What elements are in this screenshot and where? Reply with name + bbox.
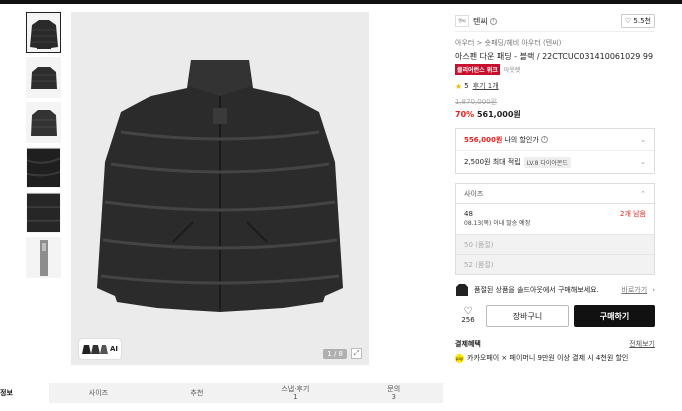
- soldout-notice: 품절된 상품을 솔드아웃에서 구매해보세요. 바로가기 ›: [455, 283, 655, 297]
- notice-text: 품절된 상품을 솔드아웃에서 구매해보세요.: [474, 285, 599, 294]
- size-select-header[interactable]: 사이즈 ⌃: [456, 184, 654, 204]
- size-option-name: 50 (품절): [464, 240, 494, 249]
- buy-button[interactable]: 구매하기: [574, 305, 655, 327]
- add-to-cart-button[interactable]: 장바구니: [486, 305, 569, 327]
- thumbnail-list: [26, 12, 64, 282]
- size-option-48[interactable]: 48 08.13(목) 이내 발송 예정 2개 남음: [456, 204, 654, 234]
- info-icon: i: [540, 136, 548, 143]
- thumbnail-6[interactable]: [26, 237, 61, 278]
- tab-inquiry[interactable]: 문의 3: [344, 383, 443, 403]
- notice-link[interactable]: 바로가기: [621, 286, 647, 295]
- chevron-down-icon: ⌄: [640, 135, 646, 144]
- size-select[interactable]: 사이즈 ⌃ 48 08.13(목) 이내 발송 예정 2개 남음 50 (품절)…: [455, 183, 655, 275]
- zoom-icon[interactable]: ⤢: [351, 348, 362, 359]
- rating-value: 5: [464, 82, 469, 90]
- like-button[interactable]: ♡ 256: [455, 307, 481, 325]
- jacket-thumb-icon: [456, 284, 468, 296]
- sale-price: 561,000원: [476, 110, 521, 119]
- coupon-price: 556,000원: [464, 135, 503, 144]
- outlet-badge: 아웃렛: [503, 67, 521, 74]
- discount-rate: 70%: [455, 110, 475, 119]
- size-option-52[interactable]: 52 (품절): [456, 254, 654, 274]
- thumbnail-2[interactable]: [26, 57, 61, 98]
- size-option-name: 52 (품절): [464, 260, 494, 269]
- level-badge: LV.8 다이아몬드: [523, 156, 571, 168]
- star-icon: ★: [455, 81, 463, 91]
- thumbnail-4[interactable]: [26, 147, 61, 188]
- benefits-title: 결제혜택: [455, 340, 481, 348]
- thumbnail-1[interactable]: [26, 12, 61, 53]
- thumbnail-3[interactable]: [26, 102, 61, 143]
- scrollbar[interactable]: [670, 14, 675, 404]
- size-placeholder: 사이즈: [464, 189, 484, 198]
- jacket-mini-icon: [82, 345, 108, 354]
- payment-benefits-header: 결제혜택 전체보기: [455, 339, 655, 349]
- tab-snap-review[interactable]: 스냅·후기 1: [246, 383, 345, 403]
- heart-icon: ♡: [624, 17, 632, 25]
- clearance-badge: 클리어런스 위크: [455, 64, 500, 75]
- ai-style-button[interactable]: AI: [79, 339, 121, 359]
- like-count: 256: [461, 316, 475, 324]
- heart-icon: ♡: [463, 306, 473, 317]
- breadcrumb[interactable]: 아우터 > 숏패딩/헤비 아우터 (텐씨): [455, 38, 655, 48]
- main-product-image[interactable]: AI 1 / 8 ⤢: [71, 12, 369, 365]
- chevron-down-icon: ⌄: [640, 158, 646, 166]
- chevron-up-icon: ⌃: [640, 189, 646, 198]
- action-bar: ♡ 256 장바구니 구매하기: [455, 305, 655, 327]
- view-all-link[interactable]: 전체보기: [629, 339, 655, 349]
- coupon-row[interactable]: 556,000원 나의 할인가 i ⌄: [456, 129, 654, 151]
- payment-benefit-item[interactable]: pay 카카오페이 × 페이머니 9만원 이상 결제 시 4천원 할인: [455, 353, 655, 363]
- brand-row: 텐씨 텐씨 i ♡ 5.5천: [455, 14, 655, 32]
- points-text: 2,500원 최대 적립: [464, 158, 521, 166]
- original-price: 1,870,000원: [455, 98, 498, 106]
- tab-info[interactable]: 정보: [0, 383, 50, 403]
- brand-name[interactable]: 텐씨: [473, 16, 488, 27]
- brand-like-count: 5.5천: [633, 17, 651, 25]
- size-option-name: 48: [464, 210, 473, 218]
- info-icon[interactable]: i: [489, 17, 497, 25]
- size-option-shipping: 08.13(목) 이내 발송 예정: [464, 220, 531, 227]
- price-row: 70% 561,000원: [455, 109, 655, 120]
- points-row[interactable]: 2,500원 최대 적립 LV.8 다이아몬드 ⌄: [456, 151, 654, 173]
- rating-row: ★ 5 후기 1개: [455, 81, 655, 91]
- jacket-image: [97, 60, 343, 312]
- top-bar: [0, 0, 682, 4]
- product-title: 아스펜 다운 패딩 - 블랙 / 22CTCUC031410061029 99: [455, 52, 654, 61]
- page-indicator: 1 / 8: [323, 349, 347, 359]
- chevron-right-icon[interactable]: ›: [652, 286, 655, 295]
- kakao-pay-icon: pay: [455, 353, 464, 363]
- tab-size[interactable]: 사이즈: [49, 383, 148, 403]
- review-count-link[interactable]: 후기 1개: [473, 81, 499, 91]
- badge-row: 클리어런스 위크 아웃렛: [455, 64, 655, 75]
- ai-label: AI: [109, 344, 118, 353]
- size-option-50[interactable]: 50 (품절): [456, 234, 654, 254]
- thumbnail-5[interactable]: [26, 192, 61, 233]
- brand-logo[interactable]: 텐씨: [455, 15, 469, 27]
- product-info-panel: 텐씨 텐씨 i ♡ 5.5천 아우터 > 숏패딩/헤비 아우터 (텐씨) 아스펜…: [455, 14, 655, 363]
- brand-like-button[interactable]: ♡ 5.5천: [620, 14, 655, 28]
- coupon-label: 나의 할인가: [504, 135, 539, 144]
- product-tabs: 정보 사이즈 추천 스냅·후기 1 문의 3: [0, 383, 443, 403]
- stock-left: 2개 남음: [620, 210, 646, 218]
- benefit-box: 556,000원 나의 할인가 i ⌄ 2,500원 최대 적립 LV.8 다이…: [455, 128, 655, 174]
- tab-recommend[interactable]: 추천: [147, 383, 247, 403]
- benefit-text: 카카오페이 × 페이머니 9만원 이상 결제 시 4천원 할인: [467, 354, 629, 362]
